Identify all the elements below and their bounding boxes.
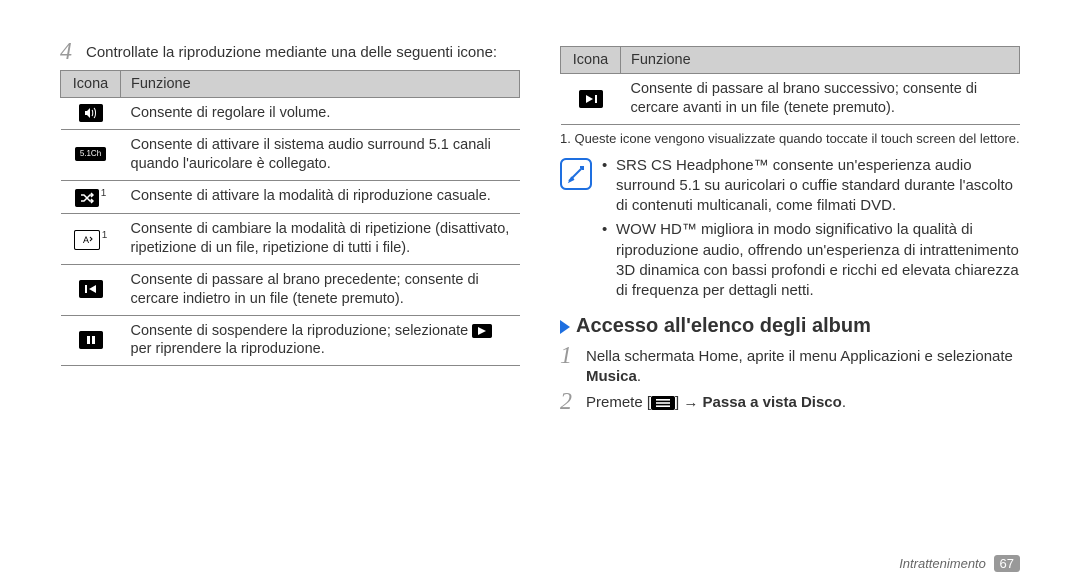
note-box: SRS CS Headphone™ consente un'esperienza… <box>560 156 1020 306</box>
icon-cell <box>61 315 121 366</box>
step-text: Controllate la riproduzione mediante una… <box>86 40 497 63</box>
col-func-header: Funzione <box>621 47 1020 74</box>
footnote-ref: 1 <box>101 188 107 199</box>
surround-icon: 5.1Ch <box>75 147 106 161</box>
step-text-mid: ] → <box>675 394 703 411</box>
volume-icon <box>79 104 103 122</box>
step-text-pre: Premete [ <box>586 394 651 411</box>
col-icon-header: Icona <box>61 71 121 98</box>
play-icon <box>472 324 492 338</box>
icons-table-left: Icona Funzione Consente di regolare il v… <box>60 70 520 366</box>
func-cell: Consente di cambiare la modalità di ripe… <box>121 214 520 265</box>
table-row: Consente di passare al brano precedente;… <box>61 264 520 315</box>
step-2: 2 Premete [ ] → Passa a vista Disco. <box>560 390 1020 414</box>
right-column: Icona Funzione Consente di passare al br… <box>560 40 1020 418</box>
table-row: Consente di regolare il volume. <box>61 98 520 130</box>
step-text-post: . <box>842 394 846 411</box>
step-text: Premete [ ] → Passa a vista Disco. <box>586 390 846 413</box>
footnote-ref: 1 <box>102 230 108 241</box>
table-row: 1 Consente di attivare la modalità di ri… <box>61 180 520 214</box>
page-footer: Intrattenimento 67 <box>899 555 1020 572</box>
func-text-pre: Consente di sospendere la riproduzione; … <box>131 323 473 339</box>
next-icon <box>579 90 603 108</box>
section-heading: Accesso all'elenco degli album <box>560 315 1020 338</box>
step-text-bold: Passa a vista Disco <box>703 394 842 411</box>
func-text-post: per riprendere la riproduzione. <box>131 341 325 357</box>
table-row: Consente di passare al brano successivo;… <box>561 74 1020 125</box>
step-text-pre: Nella schermata Home, aprite il menu App… <box>586 348 1013 365</box>
icon-cell <box>61 98 121 130</box>
note-icon <box>560 158 592 190</box>
icon-cell <box>561 74 621 125</box>
step-number: 4 <box>60 40 78 64</box>
prev-icon <box>79 280 103 298</box>
step-1: 1 Nella schermata Home, aprite il menu A… <box>560 344 1020 386</box>
icon-cell <box>61 264 121 315</box>
table-header-row: Icona Funzione <box>561 47 1020 74</box>
step-number: 2 <box>560 390 578 414</box>
step-text-post: . <box>637 368 641 385</box>
func-cell: Consente di passare al brano precedente;… <box>121 264 520 315</box>
table-row: 5.1Ch Consente di attivare il sistema au… <box>61 129 520 180</box>
func-cell: Consente di attivare la modalità di ripr… <box>121 180 520 214</box>
svg-text:A: A <box>83 235 89 245</box>
page-content: 4 Controllate la riproduzione mediante u… <box>60 40 1020 418</box>
step-4: 4 Controllate la riproduzione mediante u… <box>60 40 520 64</box>
table-header-row: Icona Funzione <box>61 71 520 98</box>
menu-icon <box>651 396 675 410</box>
func-cell: Consente di passare al brano successivo;… <box>621 74 1020 125</box>
note-bullet: SRS CS Headphone™ consente un'esperienza… <box>602 156 1020 217</box>
note-body: SRS CS Headphone™ consente un'esperienza… <box>602 156 1020 306</box>
step-text-bold: Musica <box>586 368 637 385</box>
table-row: Consente di sospendere la riproduzione; … <box>61 315 520 366</box>
func-cell: Consente di sospendere la riproduzione; … <box>121 315 520 366</box>
footnote-text: 1. Queste icone vengono visualizzate qua… <box>560 131 1020 148</box>
icon-cell: 5.1Ch <box>61 129 121 180</box>
footer-section: Intrattenimento <box>899 556 986 571</box>
footer-page-number: 67 <box>994 555 1020 572</box>
table-row: A 1 Consente di cambiare la modalità di … <box>61 214 520 265</box>
left-column: 4 Controllate la riproduzione mediante u… <box>60 40 520 418</box>
chevron-right-icon <box>560 320 570 334</box>
icon-cell: 1 <box>61 180 121 214</box>
shuffle-icon <box>75 189 99 207</box>
func-cell: Consente di regolare il volume. <box>121 98 520 130</box>
step-text: Nella schermata Home, aprite il menu App… <box>586 344 1020 386</box>
pause-icon <box>79 331 103 349</box>
col-func-header: Funzione <box>121 71 520 98</box>
func-cell: Consente di attivare il sistema audio su… <box>121 129 520 180</box>
repeat-icon: A <box>74 230 100 250</box>
note-bullet: WOW HD™ migliora in modo significativo l… <box>602 220 1020 301</box>
step-number: 1 <box>560 344 578 368</box>
section-title: Accesso all'elenco degli album <box>576 315 871 338</box>
col-icon-header: Icona <box>561 47 621 74</box>
icon-cell: A 1 <box>61 214 121 265</box>
icons-table-right: Icona Funzione Consente di passare al br… <box>560 46 1020 125</box>
